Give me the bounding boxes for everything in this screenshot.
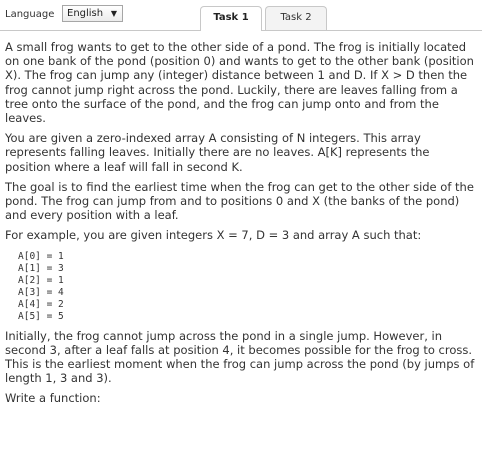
code-line: A[2] = 1 bbox=[18, 274, 64, 286]
task-paragraph: For example, you are given integers X = … bbox=[5, 228, 422, 243]
language-label: Language bbox=[5, 9, 55, 20]
language-select-value: English bbox=[67, 8, 104, 19]
task-paragraph: A small frog wants to get to the other s… bbox=[5, 40, 474, 126]
chevron-down-icon: ▼ bbox=[110, 9, 117, 18]
code-line: A[5] = 5 bbox=[18, 310, 64, 322]
code-line: A[1] = 3 bbox=[18, 262, 64, 274]
task-paragraph: You are given a zero-indexed array A con… bbox=[5, 131, 430, 174]
example-array-code: A[0] = 1 A[1] = 3 A[2] = 1 A[3] = 4 A[4]… bbox=[18, 251, 477, 323]
tab-task-2[interactable]: Task 2 bbox=[265, 6, 327, 30]
task-description: A small frog wants to get to the other s… bbox=[5, 40, 477, 412]
task-paragraph: Initially, the frog cannot jump across t… bbox=[5, 328, 475, 386]
tab-task-1[interactable]: Task 1 bbox=[200, 6, 262, 31]
language-select[interactable]: English ▼ bbox=[62, 5, 123, 22]
code-line: A[4] = 2 bbox=[18, 298, 64, 310]
code-line: A[3] = 4 bbox=[18, 286, 64, 298]
task-paragraph: The goal is to find the earliest time wh… bbox=[5, 179, 474, 223]
code-line: A[0] = 1 bbox=[18, 250, 64, 262]
toolbar: Language English ▼ Task 1 Task 2 bbox=[0, 0, 482, 31]
task-paragraph: Write a function: bbox=[5, 391, 101, 406]
